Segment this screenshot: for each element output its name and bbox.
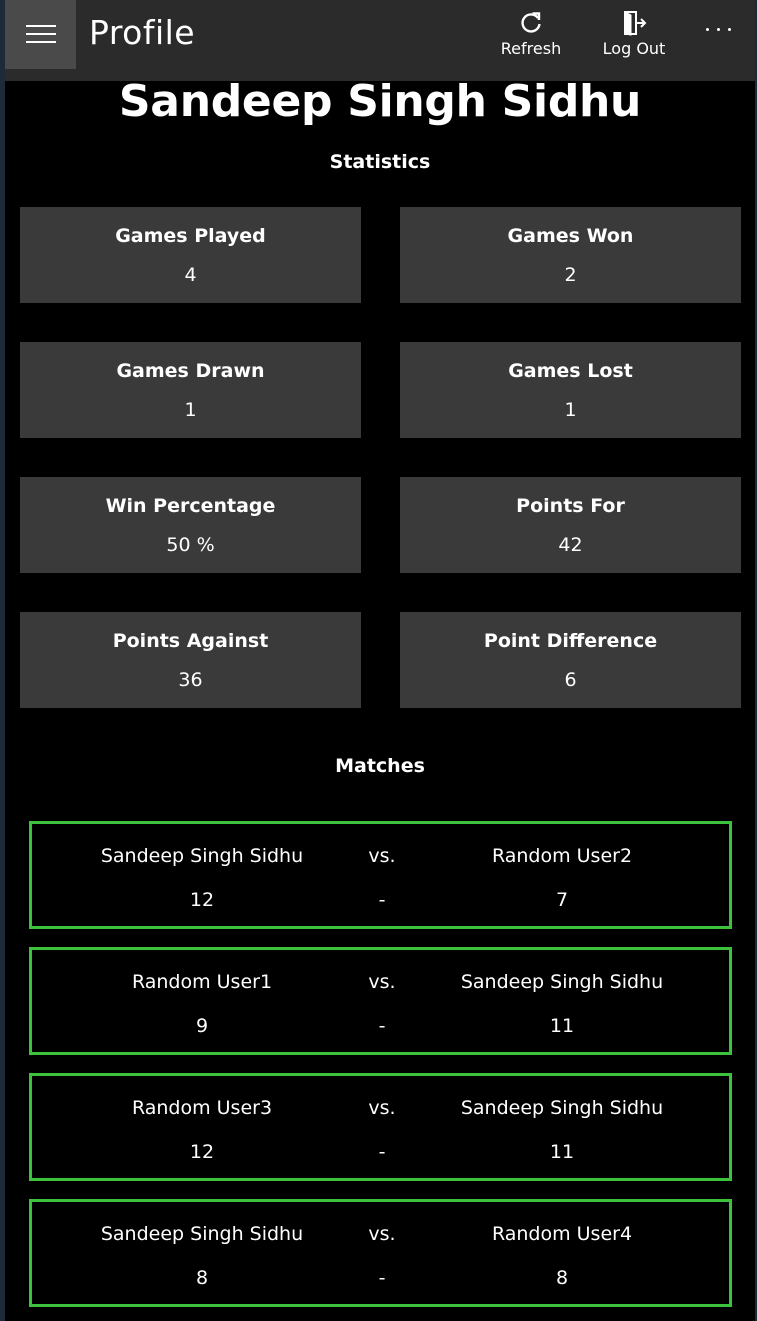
stat-label: Point Difference xyxy=(483,630,658,652)
match-player1: Random User1 xyxy=(131,971,273,993)
stat-value: 4 xyxy=(184,264,197,286)
match-score2: 11 xyxy=(549,1015,575,1037)
match-score1: 12 xyxy=(189,1141,215,1163)
match-item[interactable]: Sandeep Singh Sidhu vs. Random User4 8 -… xyxy=(29,1199,732,1307)
log-out-label: Log Out xyxy=(602,39,666,58)
page-title: Profile xyxy=(89,13,196,52)
match-player2: Sandeep Singh Sidhu xyxy=(460,971,664,993)
stat-label: Points Against xyxy=(112,630,269,652)
stat-label: Points For xyxy=(516,495,625,517)
match-score1: 9 xyxy=(195,1015,209,1037)
stat-value: 42 xyxy=(558,534,583,556)
match-score-separator: - xyxy=(378,889,386,911)
stat-label: Games Lost xyxy=(508,360,633,382)
log-out-icon xyxy=(624,11,647,36)
match-score-separator: - xyxy=(378,1267,386,1289)
stat-value: 2 xyxy=(564,264,577,286)
match-item[interactable]: Random User1 vs. Sandeep Singh Sidhu 9 -… xyxy=(29,947,732,1055)
refresh-label: Refresh xyxy=(500,39,562,58)
stat-label: Games Played xyxy=(115,225,266,247)
stat-card-games-played: Games Played 4 xyxy=(20,207,361,303)
match-score2: 8 xyxy=(555,1267,569,1289)
match-vs: vs. xyxy=(368,845,396,867)
match-score2: 7 xyxy=(555,889,569,911)
log-out-button[interactable]: Log Out xyxy=(596,10,672,68)
match-player2: Random User4 xyxy=(491,1223,633,1245)
stat-card-win-percentage: Win Percentage 50 % xyxy=(20,477,361,573)
stat-card-points-for: Points For 42 xyxy=(400,477,741,573)
match-score1: 8 xyxy=(195,1267,209,1289)
match-score1: 12 xyxy=(189,889,215,911)
match-vs: vs. xyxy=(368,1223,396,1245)
profile-name: Sandeep Singh Sidhu xyxy=(118,76,642,127)
match-vs: vs. xyxy=(368,1097,396,1119)
stat-value: 1 xyxy=(564,399,577,421)
stat-value: 50 % xyxy=(166,534,215,556)
stat-label: Games Won xyxy=(507,225,634,247)
stat-value: 6 xyxy=(564,669,577,691)
match-score2: 11 xyxy=(549,1141,575,1163)
more-ellipsis-icon[interactable] xyxy=(702,14,742,44)
match-player1: Sandeep Singh Sidhu xyxy=(100,1223,304,1245)
stat-value: 36 xyxy=(178,669,203,691)
refresh-button[interactable]: Refresh xyxy=(496,10,566,68)
refresh-icon xyxy=(521,12,541,33)
stat-card-games-drawn: Games Drawn 1 xyxy=(20,342,361,438)
statistics-heading: Statistics xyxy=(329,151,431,173)
match-score-separator: - xyxy=(378,1015,386,1037)
stat-label: Win Percentage xyxy=(105,495,276,517)
stat-card-games-won: Games Won 2 xyxy=(400,207,741,303)
match-player2: Random User2 xyxy=(491,845,633,867)
match-vs: vs. xyxy=(368,971,396,993)
title-bar: Profile Refresh Log Out xyxy=(5,0,755,81)
match-score-separator: - xyxy=(378,1141,386,1163)
stat-card-point-difference: Point Difference 6 xyxy=(400,612,741,708)
stat-card-games-lost: Games Lost 1 xyxy=(400,342,741,438)
match-player1: Sandeep Singh Sidhu xyxy=(100,845,304,867)
match-item[interactable]: Sandeep Singh Sidhu vs. Random User2 12 … xyxy=(29,821,732,929)
match-player1: Random User3 xyxy=(131,1097,273,1119)
match-player2: Sandeep Singh Sidhu xyxy=(460,1097,664,1119)
stat-value: 1 xyxy=(184,399,197,421)
matches-heading: Matches xyxy=(335,755,425,777)
stat-card-points-against: Points Against 36 xyxy=(20,612,361,708)
stat-label: Games Drawn xyxy=(116,360,265,382)
hamburger-menu-icon[interactable] xyxy=(5,0,76,69)
app-window: Profile Refresh Log Out Sandeep Singh Si… xyxy=(5,0,755,1321)
match-item[interactable]: Random User3 vs. Sandeep Singh Sidhu 12 … xyxy=(29,1073,732,1181)
